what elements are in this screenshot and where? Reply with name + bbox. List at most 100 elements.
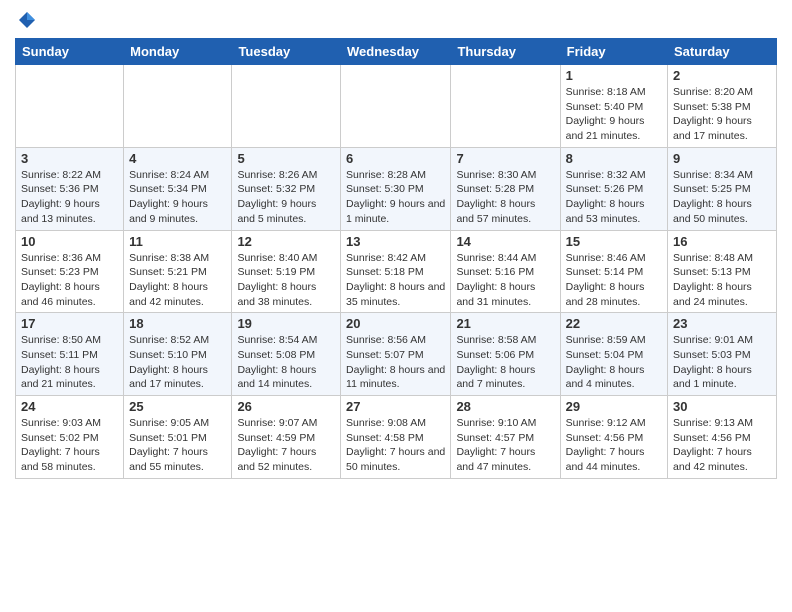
day-number: 27: [346, 399, 445, 414]
day-number: 26: [237, 399, 335, 414]
day-number: 20: [346, 316, 445, 331]
day-cell: 29 Sunrise: 9:12 AM Sunset: 4:56 PM Dayli…: [560, 396, 667, 479]
day-info: Sunrise: 8:52 AM Sunset: 5:10 PM Dayligh…: [129, 333, 226, 392]
day-cell: [124, 65, 232, 148]
day-cell: 3 Sunrise: 8:22 AM Sunset: 5:36 PM Daylig…: [16, 147, 124, 230]
day-info: Sunrise: 8:58 AM Sunset: 5:06 PM Dayligh…: [456, 333, 554, 392]
week-row-4: 17 Sunrise: 8:50 AM Sunset: 5:11 PM Dayli…: [16, 313, 777, 396]
weekday-header-row: SundayMondayTuesdayWednesdayThursdayFrid…: [16, 39, 777, 65]
day-cell: 25 Sunrise: 9:05 AM Sunset: 5:01 PM Dayli…: [124, 396, 232, 479]
day-cell: 16 Sunrise: 8:48 AM Sunset: 5:13 PM Dayli…: [668, 230, 777, 313]
day-info: Sunrise: 8:50 AM Sunset: 5:11 PM Dayligh…: [21, 333, 118, 392]
calendar: SundayMondayTuesdayWednesdayThursdayFrid…: [15, 38, 777, 479]
day-info: Sunrise: 9:12 AM Sunset: 4:56 PM Dayligh…: [566, 416, 662, 475]
day-cell: 26 Sunrise: 9:07 AM Sunset: 4:59 PM Dayli…: [232, 396, 341, 479]
day-number: 3: [21, 151, 118, 166]
day-info: Sunrise: 9:08 AM Sunset: 4:58 PM Dayligh…: [346, 416, 445, 475]
day-number: 17: [21, 316, 118, 331]
day-cell: 4 Sunrise: 8:24 AM Sunset: 5:34 PM Daylig…: [124, 147, 232, 230]
day-cell: 9 Sunrise: 8:34 AM Sunset: 5:25 PM Daylig…: [668, 147, 777, 230]
weekday-tuesday: Tuesday: [232, 39, 341, 65]
weekday-friday: Friday: [560, 39, 667, 65]
day-cell: [232, 65, 341, 148]
week-row-2: 3 Sunrise: 8:22 AM Sunset: 5:36 PM Daylig…: [16, 147, 777, 230]
day-number: 28: [456, 399, 554, 414]
day-cell: 14 Sunrise: 8:44 AM Sunset: 5:16 PM Dayli…: [451, 230, 560, 313]
weekday-sunday: Sunday: [16, 39, 124, 65]
day-info: Sunrise: 8:34 AM Sunset: 5:25 PM Dayligh…: [673, 168, 771, 227]
week-row-1: 1Sunrise: 8:18 AM Sunset: 5:40 PM Daylig…: [16, 65, 777, 148]
day-number: 21: [456, 316, 554, 331]
day-info: Sunrise: 8:24 AM Sunset: 5:34 PM Dayligh…: [129, 168, 226, 227]
day-info: Sunrise: 8:42 AM Sunset: 5:18 PM Dayligh…: [346, 251, 445, 310]
day-cell: 22 Sunrise: 8:59 AM Sunset: 5:04 PM Dayli…: [560, 313, 667, 396]
day-info: Sunrise: 8:32 AM Sunset: 5:26 PM Dayligh…: [566, 168, 662, 227]
day-cell: 27 Sunrise: 9:08 AM Sunset: 4:58 PM Dayli…: [341, 396, 451, 479]
day-cell: 11Sunrise: 8:38 AM Sunset: 5:21 PM Dayli…: [124, 230, 232, 313]
day-cell: 8 Sunrise: 8:32 AM Sunset: 5:26 PM Daylig…: [560, 147, 667, 230]
header: [15, 10, 777, 30]
day-cell: 23 Sunrise: 9:01 AM Sunset: 5:03 PM Dayli…: [668, 313, 777, 396]
day-info: Sunrise: 8:26 AM Sunset: 5:32 PM Dayligh…: [237, 168, 335, 227]
day-number: 22: [566, 316, 662, 331]
day-number: 7: [456, 151, 554, 166]
day-number: 5: [237, 151, 335, 166]
day-cell: 6 Sunrise: 8:28 AM Sunset: 5:30 PM Daylig…: [341, 147, 451, 230]
page: SundayMondayTuesdayWednesdayThursdayFrid…: [0, 0, 792, 494]
day-number: 8: [566, 151, 662, 166]
day-cell: [341, 65, 451, 148]
day-number: 10: [21, 234, 118, 249]
day-cell: 13 Sunrise: 8:42 AM Sunset: 5:18 PM Dayli…: [341, 230, 451, 313]
week-row-5: 24 Sunrise: 9:03 AM Sunset: 5:02 PM Dayli…: [16, 396, 777, 479]
day-info: Sunrise: 9:05 AM Sunset: 5:01 PM Dayligh…: [129, 416, 226, 475]
day-cell: 10 Sunrise: 8:36 AM Sunset: 5:23 PM Dayli…: [16, 230, 124, 313]
day-cell: [16, 65, 124, 148]
day-number: 1: [566, 68, 662, 83]
day-number: 6: [346, 151, 445, 166]
day-info: Sunrise: 8:28 AM Sunset: 5:30 PM Dayligh…: [346, 168, 445, 227]
day-info: Sunrise: 8:44 AM Sunset: 5:16 PM Dayligh…: [456, 251, 554, 310]
day-number: 24: [21, 399, 118, 414]
day-cell: 15Sunrise: 8:46 AM Sunset: 5:14 PM Dayli…: [560, 230, 667, 313]
day-info: Sunrise: 8:56 AM Sunset: 5:07 PM Dayligh…: [346, 333, 445, 392]
day-info: Sunrise: 8:46 AM Sunset: 5:14 PM Dayligh…: [566, 251, 662, 310]
day-cell: 30Sunrise: 9:13 AM Sunset: 4:56 PM Dayli…: [668, 396, 777, 479]
day-info: Sunrise: 8:22 AM Sunset: 5:36 PM Dayligh…: [21, 168, 118, 227]
day-info: Sunrise: 8:36 AM Sunset: 5:23 PM Dayligh…: [21, 251, 118, 310]
day-cell: 24 Sunrise: 9:03 AM Sunset: 5:02 PM Dayli…: [16, 396, 124, 479]
day-number: 25: [129, 399, 226, 414]
day-cell: 12 Sunrise: 8:40 AM Sunset: 5:19 PM Dayli…: [232, 230, 341, 313]
day-number: 12: [237, 234, 335, 249]
day-cell: [451, 65, 560, 148]
logo-icon: [17, 10, 37, 30]
day-number: 14: [456, 234, 554, 249]
day-number: 4: [129, 151, 226, 166]
day-info: Sunrise: 9:07 AM Sunset: 4:59 PM Dayligh…: [237, 416, 335, 475]
weekday-monday: Monday: [124, 39, 232, 65]
day-number: 16: [673, 234, 771, 249]
weekday-thursday: Thursday: [451, 39, 560, 65]
day-number: 23: [673, 316, 771, 331]
day-info: Sunrise: 8:54 AM Sunset: 5:08 PM Dayligh…: [237, 333, 335, 392]
day-cell: 18 Sunrise: 8:52 AM Sunset: 5:10 PM Dayli…: [124, 313, 232, 396]
weekday-wednesday: Wednesday: [341, 39, 451, 65]
day-number: 19: [237, 316, 335, 331]
day-info: Sunrise: 9:03 AM Sunset: 5:02 PM Dayligh…: [21, 416, 118, 475]
day-info: Sunrise: 8:40 AM Sunset: 5:19 PM Dayligh…: [237, 251, 335, 310]
day-number: 18: [129, 316, 226, 331]
weekday-saturday: Saturday: [668, 39, 777, 65]
day-number: 13: [346, 234, 445, 249]
day-info: Sunrise: 8:48 AM Sunset: 5:13 PM Dayligh…: [673, 251, 771, 310]
day-info: Sunrise: 9:01 AM Sunset: 5:03 PM Dayligh…: [673, 333, 771, 392]
day-number: 11: [129, 234, 226, 249]
day-cell: 2Sunrise: 8:20 AM Sunset: 5:38 PM Daylig…: [668, 65, 777, 148]
day-number: 9: [673, 151, 771, 166]
day-info: Sunrise: 8:59 AM Sunset: 5:04 PM Dayligh…: [566, 333, 662, 392]
day-cell: 1Sunrise: 8:18 AM Sunset: 5:40 PM Daylig…: [560, 65, 667, 148]
logo: [15, 10, 37, 30]
day-number: 29: [566, 399, 662, 414]
day-cell: 17 Sunrise: 8:50 AM Sunset: 5:11 PM Dayli…: [16, 313, 124, 396]
day-cell: 21 Sunrise: 8:58 AM Sunset: 5:06 PM Dayli…: [451, 313, 560, 396]
day-info: Sunrise: 8:30 AM Sunset: 5:28 PM Dayligh…: [456, 168, 554, 227]
day-info: Sunrise: 9:10 AM Sunset: 4:57 PM Dayligh…: [456, 416, 554, 475]
